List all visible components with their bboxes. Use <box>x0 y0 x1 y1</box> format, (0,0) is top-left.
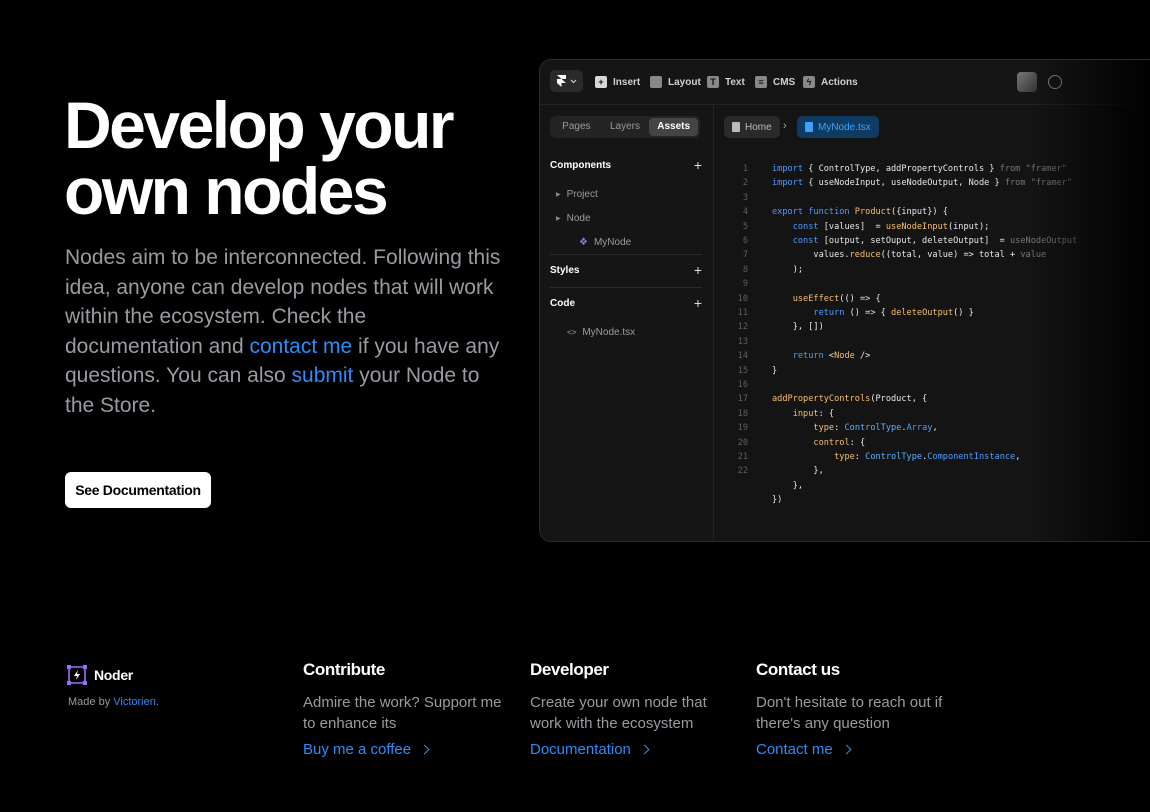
code-section: Code + <box>550 295 702 311</box>
tab-assets[interactable]: Assets <box>649 118 699 136</box>
buy-coffee-label: Buy me a coffee <box>303 741 412 758</box>
tree-item-node-label: Node <box>566 213 591 224</box>
page-icon <box>732 122 740 132</box>
tab-layers[interactable]: Layers <box>601 118 650 136</box>
contact-me-link[interactable]: contact me <box>249 335 352 358</box>
made-by-text: Made by <box>68 696 114 708</box>
components-section: Components + <box>550 157 702 173</box>
toolbar-actions[interactable]: ϟ Actions <box>803 74 858 90</box>
divider <box>550 254 702 255</box>
submit-link[interactable]: submit <box>292 364 354 387</box>
divider <box>550 287 702 288</box>
documentation-link[interactable]: Documentation <box>530 741 730 758</box>
toolbar-insert-label: Insert <box>613 76 641 88</box>
toolbar-text[interactable]: T Text <box>707 74 745 90</box>
breadcrumb-file-label: MyNode.tsx <box>818 121 871 133</box>
styles-section: Styles + <box>550 262 702 278</box>
tree-item-project[interactable]: ▶ Project <box>556 189 598 200</box>
toolbar-actions-label: Actions <box>821 76 858 88</box>
editor-window: + Insert Layout T Text ≡ CMS ϟ Actions Pages… <box>539 59 1150 542</box>
framer-logo-icon <box>556 75 566 87</box>
styles-heading: Styles <box>550 265 580 276</box>
components-heading: Components <box>550 160 612 171</box>
toolbar-cms-label: CMS <box>773 76 796 88</box>
contact-me-label: Contact me <box>756 741 833 758</box>
editor-toolbar: + Insert Layout T Text ≡ CMS ϟ Actions <box>540 60 1150 105</box>
editor-sidebar: Pages Layers Assets Components + ▶ Projec… <box>540 105 714 541</box>
code-icon: <> <box>567 328 577 337</box>
globe-icon[interactable] <box>1048 75 1062 89</box>
developer-text: Create your own node that work with the … <box>530 694 707 732</box>
toolbar-text-label: Text <box>725 76 745 88</box>
breadcrumb-home-label: Home <box>745 121 772 133</box>
plus-icon: + <box>595 76 607 88</box>
footer-brand: Noder <box>94 667 133 683</box>
contact-text: Don't hesitate to reach out if there's a… <box>756 694 943 732</box>
hero-description: Nodes aim to be interconnected. Followin… <box>65 243 505 420</box>
toolbar-layout-label: Layout <box>668 76 701 88</box>
add-component-icon[interactable]: + <box>694 157 702 173</box>
avatar[interactable] <box>1017 72 1037 92</box>
hero-title: Develop your own nodes <box>64 88 455 228</box>
breadcrumb-file[interactable]: MyNode.tsx <box>797 116 879 138</box>
contribute-text: Admire the work? Support me to enhance i… <box>303 694 502 732</box>
add-style-icon[interactable]: + <box>694 262 702 278</box>
tree-item-code-file-label: MyNode.tsx <box>582 327 636 338</box>
chevron-right-icon <box>841 744 852 755</box>
noder-logo-icon <box>67 665 87 685</box>
sidebar-tabs: Pages Layers Assets <box>550 116 700 138</box>
made-by: Made by Victorien. <box>68 696 159 708</box>
lightning-icon: ϟ <box>803 76 815 88</box>
contact-me-footer-link[interactable]: Contact me <box>756 741 956 758</box>
text-icon: T <box>707 76 719 88</box>
breadcrumb-home[interactable]: Home <box>724 116 780 138</box>
tree-item-code-file[interactable]: <> MyNode.tsx <box>567 327 635 338</box>
add-code-icon[interactable]: + <box>694 295 702 311</box>
footer-developer: Developer Create your own node that work… <box>530 660 730 758</box>
footer-contact: Contact us Don't hesitate to reach out i… <box>756 660 956 758</box>
chevron-right-icon <box>419 744 430 755</box>
contribute-heading: Contribute <box>303 660 385 679</box>
layout-icon <box>650 76 662 88</box>
tree-item-mynode-label: MyNode <box>593 237 632 248</box>
chevron-right-icon: › <box>783 120 787 132</box>
chevron-right-icon <box>639 744 650 755</box>
database-icon: ≡ <box>755 76 767 88</box>
see-documentation-button[interactable]: See Documentation <box>65 472 211 508</box>
toolbar-cms[interactable]: ≡ CMS <box>755 74 795 90</box>
caret-right-icon: ▶ <box>556 216 561 222</box>
code-editor[interactable]: 1 import { ControlType, addPropertyContro… <box>724 162 1150 541</box>
code-heading: Code <box>550 298 575 309</box>
made-by-suffix: . <box>155 696 159 708</box>
tree-item-project-label: Project <box>566 189 598 200</box>
caret-right-icon: ▶ <box>556 192 561 198</box>
chevron-down-icon <box>570 79 576 83</box>
framer-menu-button[interactable] <box>550 70 583 92</box>
file-icon <box>805 122 813 132</box>
tab-pages[interactable]: Pages <box>552 118 601 136</box>
author-link[interactable]: Victorien <box>113 696 156 708</box>
tree-item-mynode[interactable]: ❖ MyNode <box>579 237 631 248</box>
buy-coffee-link[interactable]: Buy me a coffee <box>303 741 503 758</box>
documentation-label: Documentation <box>530 741 631 758</box>
developer-heading: Developer <box>530 660 609 679</box>
contact-heading: Contact us <box>756 660 840 679</box>
footer-contribute: Contribute Admire the work? Support me t… <box>303 660 503 758</box>
tree-item-node[interactable]: ▶ Node <box>556 213 591 224</box>
toolbar-layout[interactable]: Layout <box>650 74 701 90</box>
component-icon: ❖ <box>579 237 588 248</box>
toolbar-insert[interactable]: + Insert <box>595 74 640 90</box>
